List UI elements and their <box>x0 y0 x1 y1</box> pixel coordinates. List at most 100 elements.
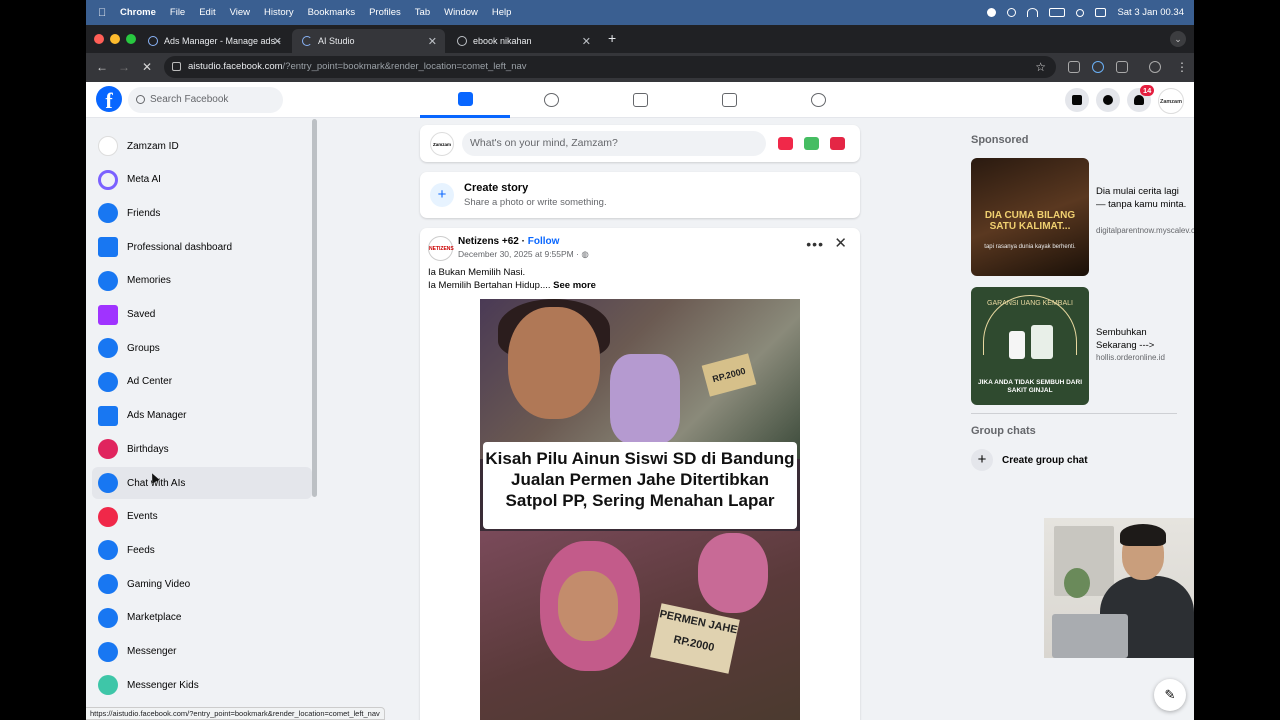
sidebar-item-events[interactable]: Events <box>92 501 312 533</box>
sidebar-item-saved[interactable]: Saved <box>92 299 312 331</box>
ad-image[interactable]: DIA CUMA BILANG SATU KALIMAT... tapi ras… <box>971 158 1089 276</box>
sidebar-item-meta-ai[interactable]: Meta AI <box>92 164 312 196</box>
tab-ebook-nikahan[interactable]: ebook nikahan ✕ <box>447 29 599 53</box>
site-info-icon[interactable] <box>172 62 181 71</box>
profile-avatar[interactable]: Zamzam <box>1158 88 1184 114</box>
sidebar-item-messenger-kids[interactable]: Messenger Kids <box>92 669 312 701</box>
menu-tab[interactable]: Tab <box>415 7 430 18</box>
sidebar-item-chat-with-ais[interactable]: Chat with AIs <box>92 467 312 499</box>
sidebar-item-groups[interactable]: Groups <box>92 332 312 364</box>
wifi-icon[interactable] <box>1027 8 1039 17</box>
sidebar-item-friends[interactable]: Friends <box>92 197 312 229</box>
close-tab-icon[interactable]: ✕ <box>582 35 591 48</box>
search-placeholder: Search Facebook <box>150 94 229 105</box>
browser-menu-icon[interactable]: ⋮ <box>1176 60 1188 74</box>
battery-icon[interactable] <box>1049 8 1066 17</box>
gaming-video-icon <box>98 574 118 595</box>
post-timestamp[interactable]: December 30, 2025 at 9:55PM · ◍ <box>458 249 589 260</box>
ad-title[interactable]: Dia mulai cerita lagi — tanpa kamu minta… <box>1096 185 1188 211</box>
events-icon <box>98 506 118 527</box>
menu-grid-button[interactable] <box>1065 88 1089 112</box>
menu-history[interactable]: History <box>264 7 294 18</box>
menu-app-chrome[interactable]: Chrome <box>120 7 156 18</box>
minimize-window-button[interactable] <box>110 34 120 44</box>
post-options-icon[interactable]: ••• <box>806 236 824 252</box>
sidebar-item-marketplace[interactable]: Marketplace <box>92 602 312 634</box>
menubar-clock[interactable]: Sat 3 Jan 00.34 <box>1117 7 1184 18</box>
close-tab-icon[interactable]: ✕ <box>428 35 437 48</box>
address-bar[interactable]: aistudio.facebook.com/?entry_point=bookm… <box>164 56 1056 78</box>
hide-post-icon[interactable]: ✕ <box>834 234 847 252</box>
sidebar-item-professional-dashboard[interactable]: Professional dashboard <box>92 231 312 263</box>
user-avatar[interactable]: Zamzam <box>430 132 454 156</box>
apple-icon[interactable]:  <box>98 7 108 19</box>
nav-video[interactable] <box>595 82 685 118</box>
create-group-chat-button[interactable]: + Create group chat <box>971 449 1088 471</box>
sidebar-item-messenger[interactable]: Messenger <box>92 636 312 668</box>
menu-file[interactable]: File <box>170 7 185 18</box>
close-window-button[interactable] <box>94 34 104 44</box>
sidebar-item-ads-manager[interactable]: Ads Manager <box>92 400 312 432</box>
author-separator: · <box>518 236 528 247</box>
nav-friends[interactable] <box>506 82 596 118</box>
sidebar-item-feeds[interactable]: Feeds <box>92 534 312 566</box>
messenger-button[interactable] <box>1096 88 1120 112</box>
webcam-overlay <box>1044 518 1194 658</box>
ad-image[interactable]: GARANSI UANG KEMBALI JIKA ANDA TIDAK SEM… <box>971 287 1089 405</box>
menu-profiles[interactable]: Profiles <box>369 7 401 18</box>
url-path: /?entry_point=bookmark&render_location=c… <box>282 61 527 72</box>
sidebar-item-zamzam-id[interactable]: Zamzam ID <box>92 130 312 162</box>
tab-ai-studio[interactable]: AI Studio ✕ <box>292 29 445 53</box>
post-composer: Zamzam What's on your mind, Zamzam? <box>420 125 860 162</box>
facebook-logo-icon[interactable]: f <box>96 86 122 113</box>
profile-icon[interactable] <box>1149 61 1161 73</box>
reel-icon[interactable] <box>830 137 845 150</box>
sidebar-item-memories[interactable]: Memories <box>92 265 312 297</box>
photo-backpack <box>610 354 680 444</box>
back-icon[interactable]: ← <box>96 60 108 74</box>
add-story-icon[interactable]: + <box>430 183 454 207</box>
post-image-headline: Kisah Pilu Ainun Siswi SD di Bandung Jua… <box>483 442 797 529</box>
follow-link[interactable]: Follow <box>528 236 560 247</box>
tab-search-button[interactable]: ⌄ <box>1170 31 1186 47</box>
zoom-window-button[interactable] <box>126 34 136 44</box>
stop-loading-icon[interactable]: ✕ <box>142 60 152 74</box>
live-video-icon[interactable] <box>778 137 793 150</box>
extension-icon[interactable] <box>1068 61 1080 73</box>
close-tab-icon[interactable]: ✕ <box>273 35 282 48</box>
sidebar-item-ad-center[interactable]: Ad Center <box>92 366 312 398</box>
nav-home[interactable] <box>420 82 510 118</box>
search-input[interactable]: Search Facebook <box>128 87 283 113</box>
sidebar-scrollbar[interactable] <box>312 119 317 497</box>
menu-edit[interactable]: Edit <box>199 7 215 18</box>
control-center-icon[interactable] <box>1095 8 1107 17</box>
nav-marketplace[interactable] <box>684 82 774 118</box>
sidebar-item-gaming-video[interactable]: Gaming Video <box>92 568 312 600</box>
tab-ads-manager[interactable]: Ads Manager - Manage ads - ✕ <box>138 29 290 53</box>
sidebar-item-label: Marketplace <box>127 612 182 624</box>
post-image[interactable]: RP.2000 Kisah Pilu Ainun Siswi SD di Ban… <box>480 299 800 720</box>
extension-icon[interactable] <box>1092 61 1104 73</box>
menu-window[interactable]: Window <box>444 7 478 18</box>
menu-help[interactable]: Help <box>492 7 512 18</box>
menu-view[interactable]: View <box>230 7 250 18</box>
author-name[interactable]: Netizens +62 <box>458 236 519 247</box>
photo-video-icon[interactable] <box>804 137 819 150</box>
ads-manager-icon <box>98 405 118 426</box>
new-tab-button[interactable]: + <box>608 30 616 46</box>
menu-bookmarks[interactable]: Bookmarks <box>308 7 356 18</box>
bookmark-star-icon[interactable]: ☆ <box>1035 56 1046 78</box>
whats-on-your-mind-input[interactable]: What's on your mind, Zamzam? <box>462 131 766 156</box>
ad-title[interactable]: Sembuhkan Sekarang ---> <box>1096 326 1188 352</box>
new-message-button[interactable]: ✎ <box>1154 679 1186 711</box>
page-avatar[interactable]: NETIZENS <box>428 236 454 261</box>
extensions-puzzle-icon[interactable] <box>1116 61 1128 73</box>
sidebar-item-birthdays[interactable]: Birthdays <box>92 433 312 465</box>
see-more-link[interactable]: See more <box>553 280 596 291</box>
nav-groups[interactable] <box>773 82 863 118</box>
spotlight-icon[interactable] <box>1076 8 1085 17</box>
record-icon[interactable] <box>987 8 997 17</box>
forward-icon[interactable]: → <box>118 60 130 74</box>
create-story-card[interactable]: + Create story Share a photo or write so… <box>420 172 860 218</box>
focus-icon[interactable] <box>1007 8 1017 17</box>
